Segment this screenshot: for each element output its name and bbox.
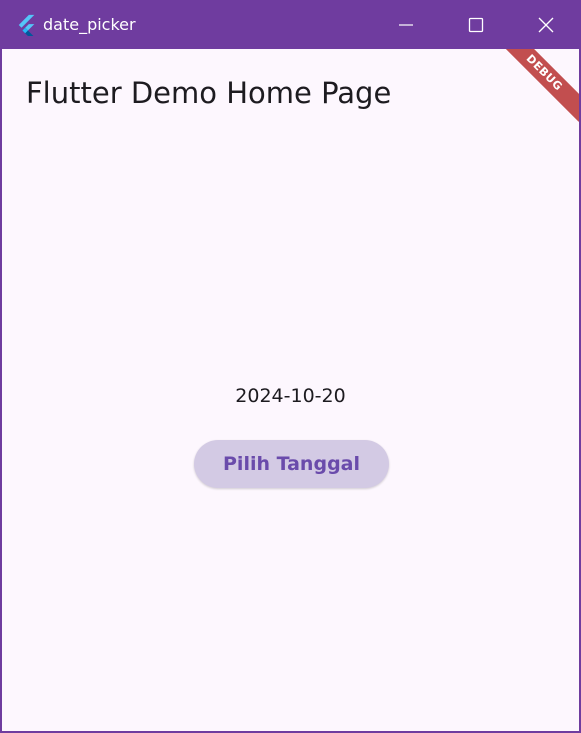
maximize-button[interactable] xyxy=(441,0,511,49)
app-body: Flutter Demo Home Page 2024-10-20 Pilih … xyxy=(2,49,579,731)
close-button[interactable] xyxy=(511,0,579,49)
selected-date-text: 2024-10-20 xyxy=(235,385,346,407)
debug-banner: DEBUG xyxy=(495,49,579,122)
title-bar[interactable]: date_picker xyxy=(2,0,579,49)
flutter-logo-icon xyxy=(18,14,35,36)
maximize-icon xyxy=(468,17,484,32)
pick-date-button[interactable]: Pilih Tanggal xyxy=(194,440,389,488)
minimize-button[interactable] xyxy=(371,0,441,49)
page-title: Flutter Demo Home Page xyxy=(26,76,392,110)
minimize-icon xyxy=(399,23,413,26)
app-window: date_picker Flutter Demo Home Page 2024-… xyxy=(0,0,581,733)
close-icon xyxy=(538,17,554,32)
window-title: date_picker xyxy=(43,15,136,34)
